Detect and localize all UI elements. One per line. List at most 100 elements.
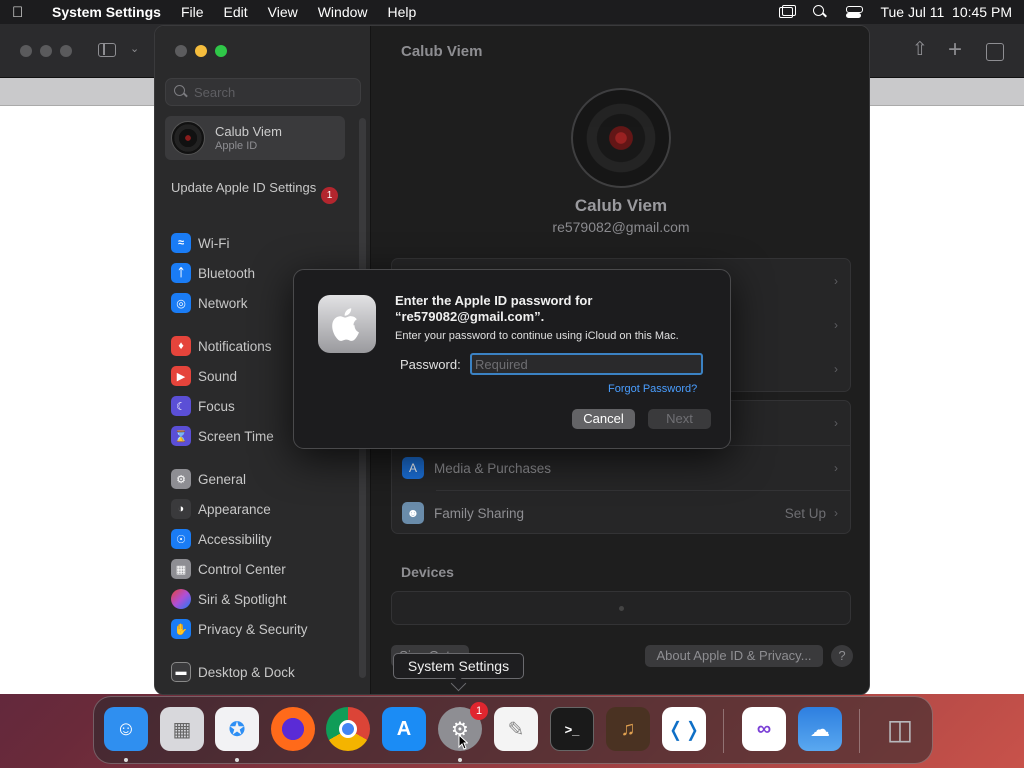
menu-app-name[interactable]: System Settings [52,4,161,20]
visual-studio-icon: ∞ [756,717,772,740]
cancel-button[interactable]: Cancel [572,409,635,429]
mouse-cursor-icon [458,734,468,750]
bell-icon: ♦ [171,336,191,356]
dock-app-chrome[interactable] [326,707,370,751]
textedit-icon: ✎ [507,718,525,741]
sidebar-item-bluetooth[interactable]: ᛏ Bluetooth [171,262,255,284]
wifi-icon: ≈ [171,233,191,253]
vscode-icon: ❬❭ [667,718,701,741]
running-indicator [458,758,462,762]
sidebar-item-general[interactable]: ⚙ General [171,468,246,490]
sidebar-item-label: Bluetooth [198,265,256,281]
weather-icon: ☁ [810,718,830,741]
dock-app-weather[interactable]: ☁ [798,707,842,751]
trash-icon: ◫ [886,713,914,745]
dock: ☺ ▦ ✪ A ⚙ 1 ✎ >_ ♫ ❬❭ ∞ ☁ ◫ [93,696,933,764]
new-tab-icon[interactable]: + [948,38,962,62]
tab-overview-icon[interactable] [986,43,1004,61]
control-center-icon: ▦ [171,559,191,579]
about-apple-id-button[interactable]: About Apple ID & Privacy... [645,645,823,667]
dock-app-vscode[interactable]: ❬❭ [662,707,706,751]
chevron-right-icon: › [834,318,838,332]
running-indicator [124,758,128,762]
search-input[interactable] [194,84,354,100]
menu-edit[interactable]: Edit [224,4,248,20]
sidebar-item-control-center[interactable]: ▦ Control Center [171,558,286,580]
profile-name: Calub Viem [574,196,668,215]
sidebar-item-desktop-dock[interactable]: ▬ Desktop & Dock [171,661,295,683]
safari-icon: ✪ [228,718,246,741]
menu-window[interactable]: Window [318,4,368,20]
dock-app-terminal[interactable]: >_ [550,707,594,751]
next-button[interactable]: Next [648,409,711,429]
sidebar-item-notifications[interactable]: ♦ Notifications [171,335,272,357]
sidebar-toggle-icon[interactable] [98,43,116,57]
dock-app-finder[interactable]: ☺ [104,707,148,751]
apple-menu-icon[interactable]:  [12,4,36,21]
minimize-button[interactable] [195,45,207,57]
password-field[interactable] [470,353,703,375]
browser-traffic-lights [20,45,72,57]
sidebar-item-sound[interactable]: ▶ Sound [171,365,237,387]
gear-icon: ⚙ [171,469,191,489]
row-family-sharing[interactable]: ☻ Family Sharing Set Up › [392,491,850,535]
chevron-right-icon: › [834,461,838,475]
sidebar-item-label: Screen Time [198,428,274,444]
profile-avatar[interactable] [571,88,671,188]
row-media-purchases[interactable]: A Media & Purchases › [392,446,850,490]
menu-clock[interactable]: Tue Jul 11 10:45 PM [880,4,1012,20]
dock-separator [859,709,860,753]
sidebar-item-wifi[interactable]: ≈ Wi-Fi [171,232,229,254]
dock-separator [723,709,724,753]
sidebar-account[interactable]: Calub Viem Apple ID [165,116,345,160]
sidebar-item-label: Notifications [198,338,272,354]
family-sharing-value: Set Up [784,505,826,521]
sidebar-item-accessibility[interactable]: ☉ Accessibility [171,528,272,550]
dialog-message: Enter your password to continue using iC… [395,330,679,342]
sidebar-item-label: Wi-Fi [198,235,230,251]
chrome-icon [339,720,357,738]
dock-tooltip: System Settings [393,653,524,679]
dock-app-safari[interactable]: ✪ [215,707,259,751]
forgot-password-link[interactable]: Forgot Password? [608,383,697,395]
help-button[interactable]: ? [831,645,853,667]
hourglass-icon: ⌛ [171,426,191,446]
zoom-button[interactable] [215,45,227,57]
sidebar-item-network[interactable]: ◎ Network [171,292,248,314]
sidebar-item-appearance[interactable]: ◑ Appearance [171,498,271,520]
search-icon [174,85,188,99]
dock-app-launchpad[interactable]: ▦ [160,707,204,751]
sidebar-item-label: Control Center [198,561,286,577]
sidebar-item-screen-time[interactable]: ⌛ Screen Time [171,425,274,447]
dock-app-app-store[interactable]: A [382,707,426,751]
chevron-down-icon[interactable]: ⌄ [130,42,139,55]
app-store-icon: A [396,717,412,740]
spotlight-search-icon[interactable] [812,5,828,19]
sidebar-item-label: Sound [198,368,238,384]
update-badge: 1 [321,187,338,204]
share-icon[interactable]: ⇧ [912,38,928,62]
dock-app-garageband[interactable]: ♫ [606,707,650,751]
sidebar-item-label: Appearance [198,501,271,517]
dock-app-firefox[interactable] [271,707,315,751]
devices-heading: Devices [401,564,454,580]
sidebar-item-siri-spotlight[interactable]: Siri & Spotlight [171,588,287,610]
sidebar-item-focus[interactable]: ☾ Focus [171,395,235,417]
menu-file[interactable]: File [181,4,204,20]
sidebar-search [165,78,361,106]
update-apple-id-settings[interactable]: Update Apple ID Settings [171,180,341,196]
launchpad-icon: ▦ [172,718,192,741]
screen-mirroring-icon[interactable] [778,5,797,19]
close-button[interactable] [175,45,187,57]
globe-icon: ◎ [171,293,191,313]
menu-view[interactable]: View [268,4,298,20]
sidebar-item-label: General [198,471,247,487]
chevron-right-icon: › [834,506,838,520]
menu-help[interactable]: Help [388,4,417,20]
dock-app-textedit[interactable]: ✎ [494,707,538,751]
sidebar-item-privacy-security[interactable]: ✋ Privacy & Security [171,618,308,640]
notification-badge: 1 [470,702,488,720]
dock-app-visual-studio[interactable]: ∞ [742,707,786,751]
dock-app-trash[interactable]: ◫ [878,707,922,751]
control-center-icon[interactable] [846,5,864,19]
